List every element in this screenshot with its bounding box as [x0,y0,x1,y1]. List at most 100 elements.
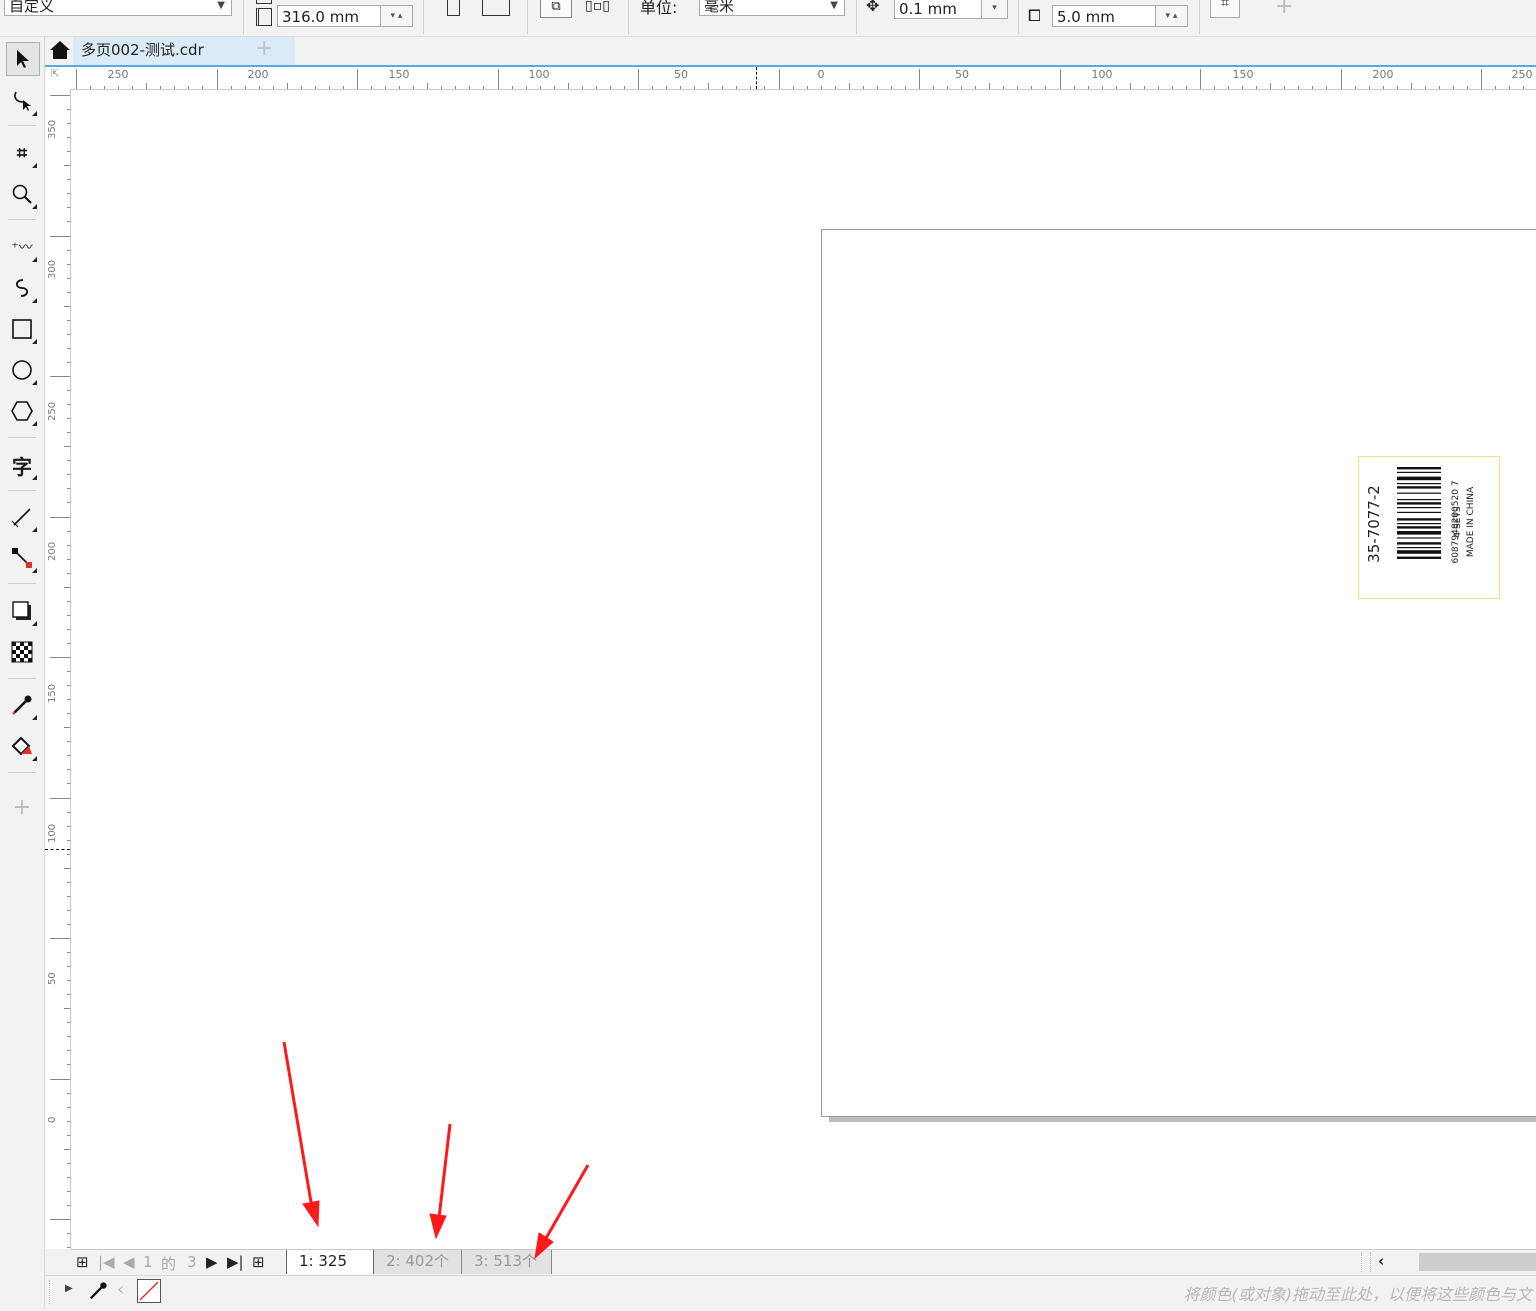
ruler-tick [1326,86,1328,89]
bleed-icon[interactable]: ⌗ [1210,0,1240,18]
barcode-icon [1397,467,1441,559]
nudge-spinner[interactable]: ▾ [982,0,1008,19]
barcode-bar [1397,547,1441,549]
current-page-icon[interactable]: ▯▫▯ [585,0,611,18]
splitter-handle[interactable] [1361,1252,1371,1272]
ruler-tick [750,86,752,89]
ruler-label: 250 [47,401,58,421]
first-page-icon[interactable]: |◀ [98,1253,115,1271]
page-tab-1[interactable]: 1: 325个 [286,1250,374,1292]
ruler-tick [67,193,70,195]
barcode-bar [1397,556,1441,559]
barcode-bar [1397,550,1441,554]
text-tool-icon[interactable]: 字 [6,449,38,481]
ruler-tick [67,558,70,560]
duplicate-y-spinner[interactable]: ▾ ▴ [1156,5,1188,27]
ruler-tick [328,86,330,89]
ruler-tick [1523,86,1525,89]
page-tab-3[interactable]: 3: 513个 [462,1250,552,1274]
barcode-label[interactable]: 35-7077-2 6087948200520 7 4 SETS MADE IN… [1358,456,1500,599]
drop-shadow-tool-icon[interactable] [6,595,38,627]
zoom-tool-icon[interactable] [6,178,38,210]
ruler-tick [862,86,864,89]
height-icon [256,8,272,26]
last-page-icon[interactable]: ▶| [227,1253,244,1271]
ruler-tick [230,86,232,89]
ruler-tick [67,1064,70,1066]
ruler-tick [67,1106,70,1108]
palette-expand-icon[interactable]: ▶ [65,1283,73,1294]
ruler-tick [67,881,70,883]
landscape-icon[interactable] [482,0,510,16]
page-height-input[interactable]: 316.0 mm [277,5,381,27]
no-color-swatch-icon[interactable] [137,1279,161,1303]
palette-scroll-left-icon[interactable]: ‹ [117,1279,124,1300]
freehand-tool-icon[interactable]: ⁺〰 [6,231,38,263]
duplicate-distance-icon: ⧠ [1028,6,1041,25]
nudge-icon: ✥ [866,0,880,15]
interactive-fill-tool-icon[interactable] [6,730,38,762]
portrait-icon[interactable] [447,0,460,16]
add-icon[interactable]: + [1275,0,1293,19]
page-height-spinner[interactable]: ▾ ▴ [381,5,413,27]
add-tool-icon[interactable]: + [6,791,38,823]
ruler-tick [67,952,70,954]
palette-grip[interactable] [49,1280,56,1304]
document-tab-title: 多页002-测试.cdr [81,41,204,59]
nudge-input[interactable]: 0.1 mm [894,0,982,19]
ruler-tick [623,86,625,89]
ruler-label: 150 [1232,68,1254,81]
transparency-tool-icon[interactable] [6,636,38,668]
connector-tool-icon[interactable] [6,542,38,574]
page-size-preset-select[interactable]: 自定义 ▼ [4,0,232,16]
ruler-tick [67,1134,70,1136]
units-value: 毫米 [704,0,735,15]
eyedropper-icon[interactable] [88,1281,108,1305]
ruler-tick [1452,86,1454,89]
next-page-icon[interactable]: ▶ [206,1253,218,1271]
ruler-tick [118,86,120,89]
horizontal-scrollbar-thumb[interactable] [1419,1253,1536,1271]
ruler-tick [638,69,639,89]
page-of-label: 的 [161,1255,177,1273]
ruler-tick [67,109,70,111]
ruler-tick [1466,86,1468,89]
eyedropper-tool-icon[interactable] [6,689,38,721]
ruler-tick [1157,86,1159,89]
insert-page-after-icon[interactable]: ⊞ [252,1253,265,1271]
ruler-tick [67,544,70,546]
ruler-tick [806,86,808,89]
insert-page-before-icon[interactable]: ⊞ [76,1253,89,1271]
artistic-media-tool-icon[interactable] [6,272,38,304]
polygon-tool-icon[interactable] [6,395,38,427]
ruler-tick [1284,86,1286,89]
page-tab-2[interactable]: 2: 402个 [374,1250,462,1274]
ruler-tick [50,1078,70,1080]
ruler-tick [67,347,70,349]
ruler-tick [64,1008,70,1010]
document-page[interactable] [821,229,1536,1117]
ruler-tick [50,235,70,237]
previous-page-icon[interactable]: ◀ [123,1253,135,1271]
scroll-left-icon[interactable]: ‹ [1378,1252,1384,1270]
rectangle-tool-icon[interactable] [6,313,38,345]
ruler-tick [67,179,70,181]
duplicate-y-input[interactable]: 5.0 mm [1052,5,1156,27]
vertical-ruler[interactable]: 350 300 250 200 150 100 50 0 [45,89,71,1249]
ellipse-tool-icon[interactable] [6,354,38,386]
ruler-tick [1059,69,1061,89]
all-pages-icon[interactable]: ⧉ [540,0,572,18]
shape-tool-icon[interactable] [6,85,38,117]
units-select[interactable]: 毫米 ▼ [699,0,845,16]
ruler-origin-icon[interactable]: ⇱ [51,69,59,80]
new-tab-icon[interactable]: + [255,36,273,61]
crop-tool-icon[interactable]: ⌗ [6,137,38,169]
pick-tool-icon[interactable] [6,42,40,76]
ruler-tick [567,83,569,89]
ruler-tick [67,488,70,490]
chevron-down-icon: ▼ [217,0,225,11]
ruler-tick [399,86,401,89]
horizontal-ruler[interactable]: ⇱ 250 200 150 100 50 0 50 100 150 200 25… [45,67,1536,90]
home-icon[interactable] [49,40,71,64]
dimension-tool-icon[interactable] [6,501,38,533]
